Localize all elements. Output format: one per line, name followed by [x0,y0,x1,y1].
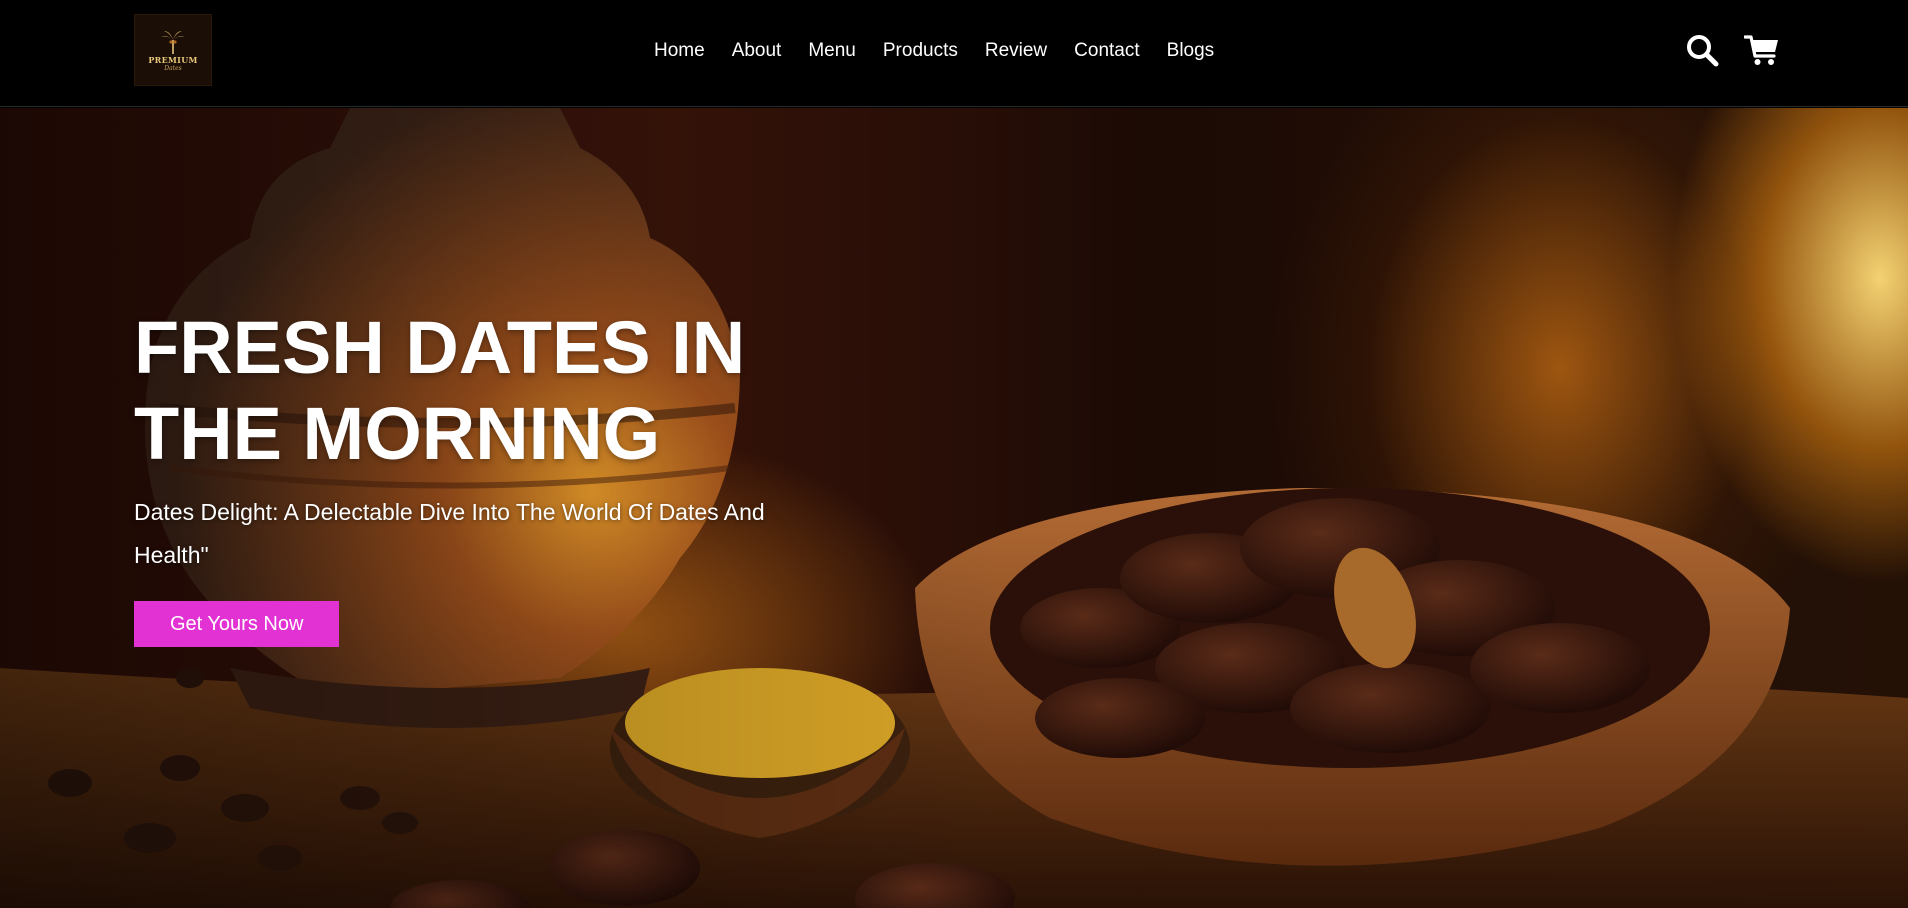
hero-subtitle: Dates Delight: A Delectable Dive Into Th… [134,499,765,568]
hero-content: FRESH DATES IN THE MORNING Dates Delight… [134,305,894,647]
get-yours-now-button[interactable]: Get Yours Now [134,601,340,647]
nav-about[interactable]: About [732,36,782,66]
palm-tree-icon [161,31,185,54]
hero-title: FRESH DATES IN THE MORNING [134,306,746,475]
brand-logo[interactable]: PREMIUM Dates [134,14,212,86]
cart-icon[interactable] [1743,32,1780,68]
main-nav: Home About Menu Products Review Contact … [654,36,1214,66]
header-actions [1684,32,1780,68]
nav-home[interactable]: Home [654,36,705,66]
nav-review[interactable]: Review [985,36,1047,66]
nav-menu[interactable]: Menu [808,36,856,66]
brand-logo-text: PREMIUM [148,55,198,65]
nav-products[interactable]: Products [883,36,958,66]
nav-blogs[interactable]: Blogs [1167,36,1215,66]
nav-contact[interactable]: Contact [1074,36,1139,66]
search-icon[interactable] [1684,32,1720,68]
brand-logo-subtext: Dates [164,65,182,72]
hero-section: FRESH DATES IN THE MORNING Dates Delight… [0,108,1908,908]
site-header: PREMIUM Dates Home About Menu Products R… [0,0,1908,107]
